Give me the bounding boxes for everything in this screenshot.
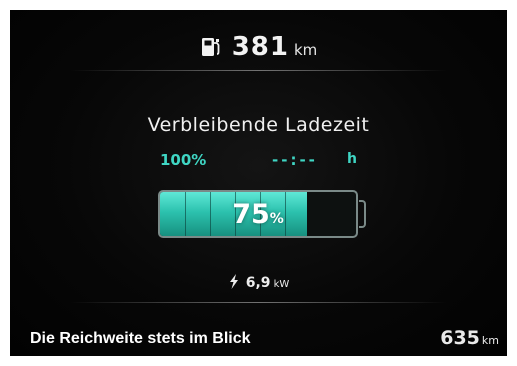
odometer-value: 635: [440, 327, 480, 349]
top-divider: [70, 70, 447, 71]
range-readout: 381 km: [10, 32, 507, 62]
battery-gauge: 75%: [158, 190, 358, 238]
battery-level-symbol: %: [269, 211, 284, 227]
lightning-bolt-icon: [229, 274, 238, 289]
remaining-time-unit: h: [347, 151, 357, 167]
battery-level-label: 75%: [160, 199, 356, 230]
charging-power-unit: kW: [273, 279, 290, 290]
odometer-unit: km: [481, 334, 499, 347]
range-value: 381: [231, 32, 289, 62]
range-unit: km: [293, 41, 318, 59]
remaining-time-value: --:--: [272, 151, 318, 169]
odometer: 635 km: [440, 327, 499, 349]
fuel-pump-icon: [201, 38, 220, 56]
battery-level-value: 75: [232, 199, 270, 230]
bottom-divider: [70, 302, 447, 303]
charging-power-value: 6,9: [245, 275, 271, 291]
charge-target-percent: 100%: [160, 151, 207, 169]
charging-power-readout: 6,9 kW: [10, 272, 507, 291]
battery-terminal: [359, 200, 366, 228]
caption-text: Die Reichweite stets im Blick: [30, 330, 251, 347]
charge-time-title: Verbleibende Ladezeit: [147, 114, 370, 136]
instrument-display: 381 km Verbleibende Ladezeit 100% --:-- …: [10, 10, 507, 356]
